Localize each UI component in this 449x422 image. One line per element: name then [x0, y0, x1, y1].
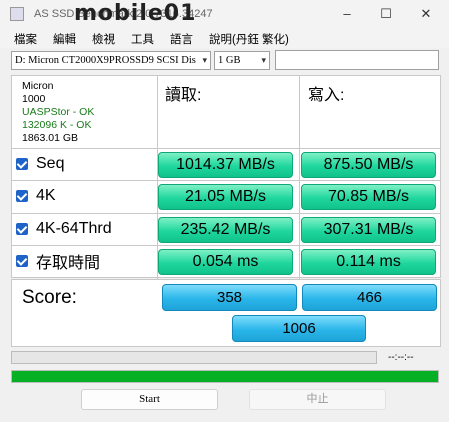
test-4k64[interactable]: 4K-64Thrd — [16, 215, 112, 243]
menu-view[interactable]: 檢視 — [92, 31, 115, 47]
toolbar: D: Micron CT2000X9PROSSD9 SCSI Dis ▾ 1 G… — [0, 48, 449, 74]
title-bar: AS SSD Benchmark 2.0.7316.34247 mobile01… — [0, 0, 449, 28]
start-button[interactable]: Start — [81, 389, 218, 410]
seq-read-value: 1014.37 MB/s — [158, 152, 293, 178]
score-label: Score: — [22, 287, 77, 308]
score-read: 358 — [162, 284, 297, 311]
menu-help[interactable]: 說明(丹鈺 繁化) — [209, 31, 289, 47]
score-total: 1006 — [232, 315, 366, 342]
menu-edit[interactable]: 編輯 — [53, 31, 76, 47]
drive-info: Micron 1000 UASPStor - OK 132096 K - OK … — [22, 80, 94, 145]
test-4k-label: 4K — [36, 187, 56, 204]
test-progress-bar — [11, 351, 377, 364]
write-column-header: 寫入: — [308, 87, 345, 104]
chevron-down-icon: ▾ — [202, 55, 207, 65]
4k-write-value: 70.85 MB/s — [301, 184, 436, 210]
stop-button[interactable]: 中止 — [249, 389, 386, 410]
menu-bar: 檔案 編輯 檢視 工具 語言 說明(丹鈺 繁化) — [0, 28, 449, 48]
read-column-header: 讀取: — [165, 87, 202, 104]
drive-select[interactable]: D: Micron CT2000X9PROSSD9 SCSI Dis ▾ — [11, 51, 211, 70]
minimize-button[interactable]: – — [333, 4, 361, 24]
size-select[interactable]: 1 GB ▾ — [214, 51, 270, 70]
maximize-button[interactable]: ☐ — [372, 4, 400, 24]
test-4k[interactable]: 4K — [16, 182, 56, 210]
menu-file[interactable]: 檔案 — [14, 31, 37, 47]
elapsed-time: --:--:-- — [388, 352, 414, 363]
checkbox-checked-icon[interactable] — [16, 158, 28, 170]
access-write-value: 0.114 ms — [301, 249, 436, 275]
drive-select-value: D: Micron CT2000X9PROSSD9 SCSI Dis — [15, 55, 196, 66]
overall-progress-fill — [12, 371, 438, 382]
checkbox-checked-icon[interactable] — [16, 255, 28, 267]
test-access-time[interactable]: 存取時間 — [16, 247, 100, 275]
test-access-time-label: 存取時間 — [36, 255, 101, 272]
close-button[interactable]: ✕ — [412, 4, 440, 24]
drive-capacity: 1863.01 GB — [22, 132, 79, 144]
test-4k64-label: 4K-64Thrd — [36, 220, 112, 237]
4k64-read-value: 235.42 MB/s — [158, 217, 293, 243]
score-panel: Score: 358 466 1006 — [11, 279, 441, 347]
checkbox-checked-icon[interactable] — [16, 190, 28, 202]
score-write: 466 — [302, 284, 437, 311]
alignment-status: 132096 K - OK — [22, 119, 92, 131]
test-seq-label: Seq — [36, 155, 65, 172]
overall-progress-bar — [11, 370, 439, 383]
app-icon — [10, 7, 24, 21]
access-read-value: 0.054 ms — [158, 249, 293, 275]
status-textbox[interactable] — [275, 50, 439, 70]
driver-status: UASPStor - OK — [22, 106, 95, 118]
menu-language[interactable]: 語言 — [170, 31, 193, 47]
menu-tools[interactable]: 工具 — [131, 31, 154, 47]
size-select-value: 1 GB — [218, 55, 241, 66]
drive-brand: Micron — [22, 80, 54, 92]
seq-write-value: 875.50 MB/s — [301, 152, 436, 178]
results-grid: Micron 1000 UASPStor - OK 132096 K - OK … — [11, 75, 441, 279]
test-seq[interactable]: Seq — [16, 150, 64, 178]
chevron-down-icon: ▾ — [261, 55, 266, 65]
4k64-write-value: 307.31 MB/s — [301, 217, 436, 243]
checkbox-checked-icon[interactable] — [16, 223, 28, 235]
drive-firmware: 1000 — [22, 93, 46, 105]
watermark-logo: mobile01 — [74, 1, 197, 26]
4k-read-value: 21.05 MB/s — [158, 184, 293, 210]
